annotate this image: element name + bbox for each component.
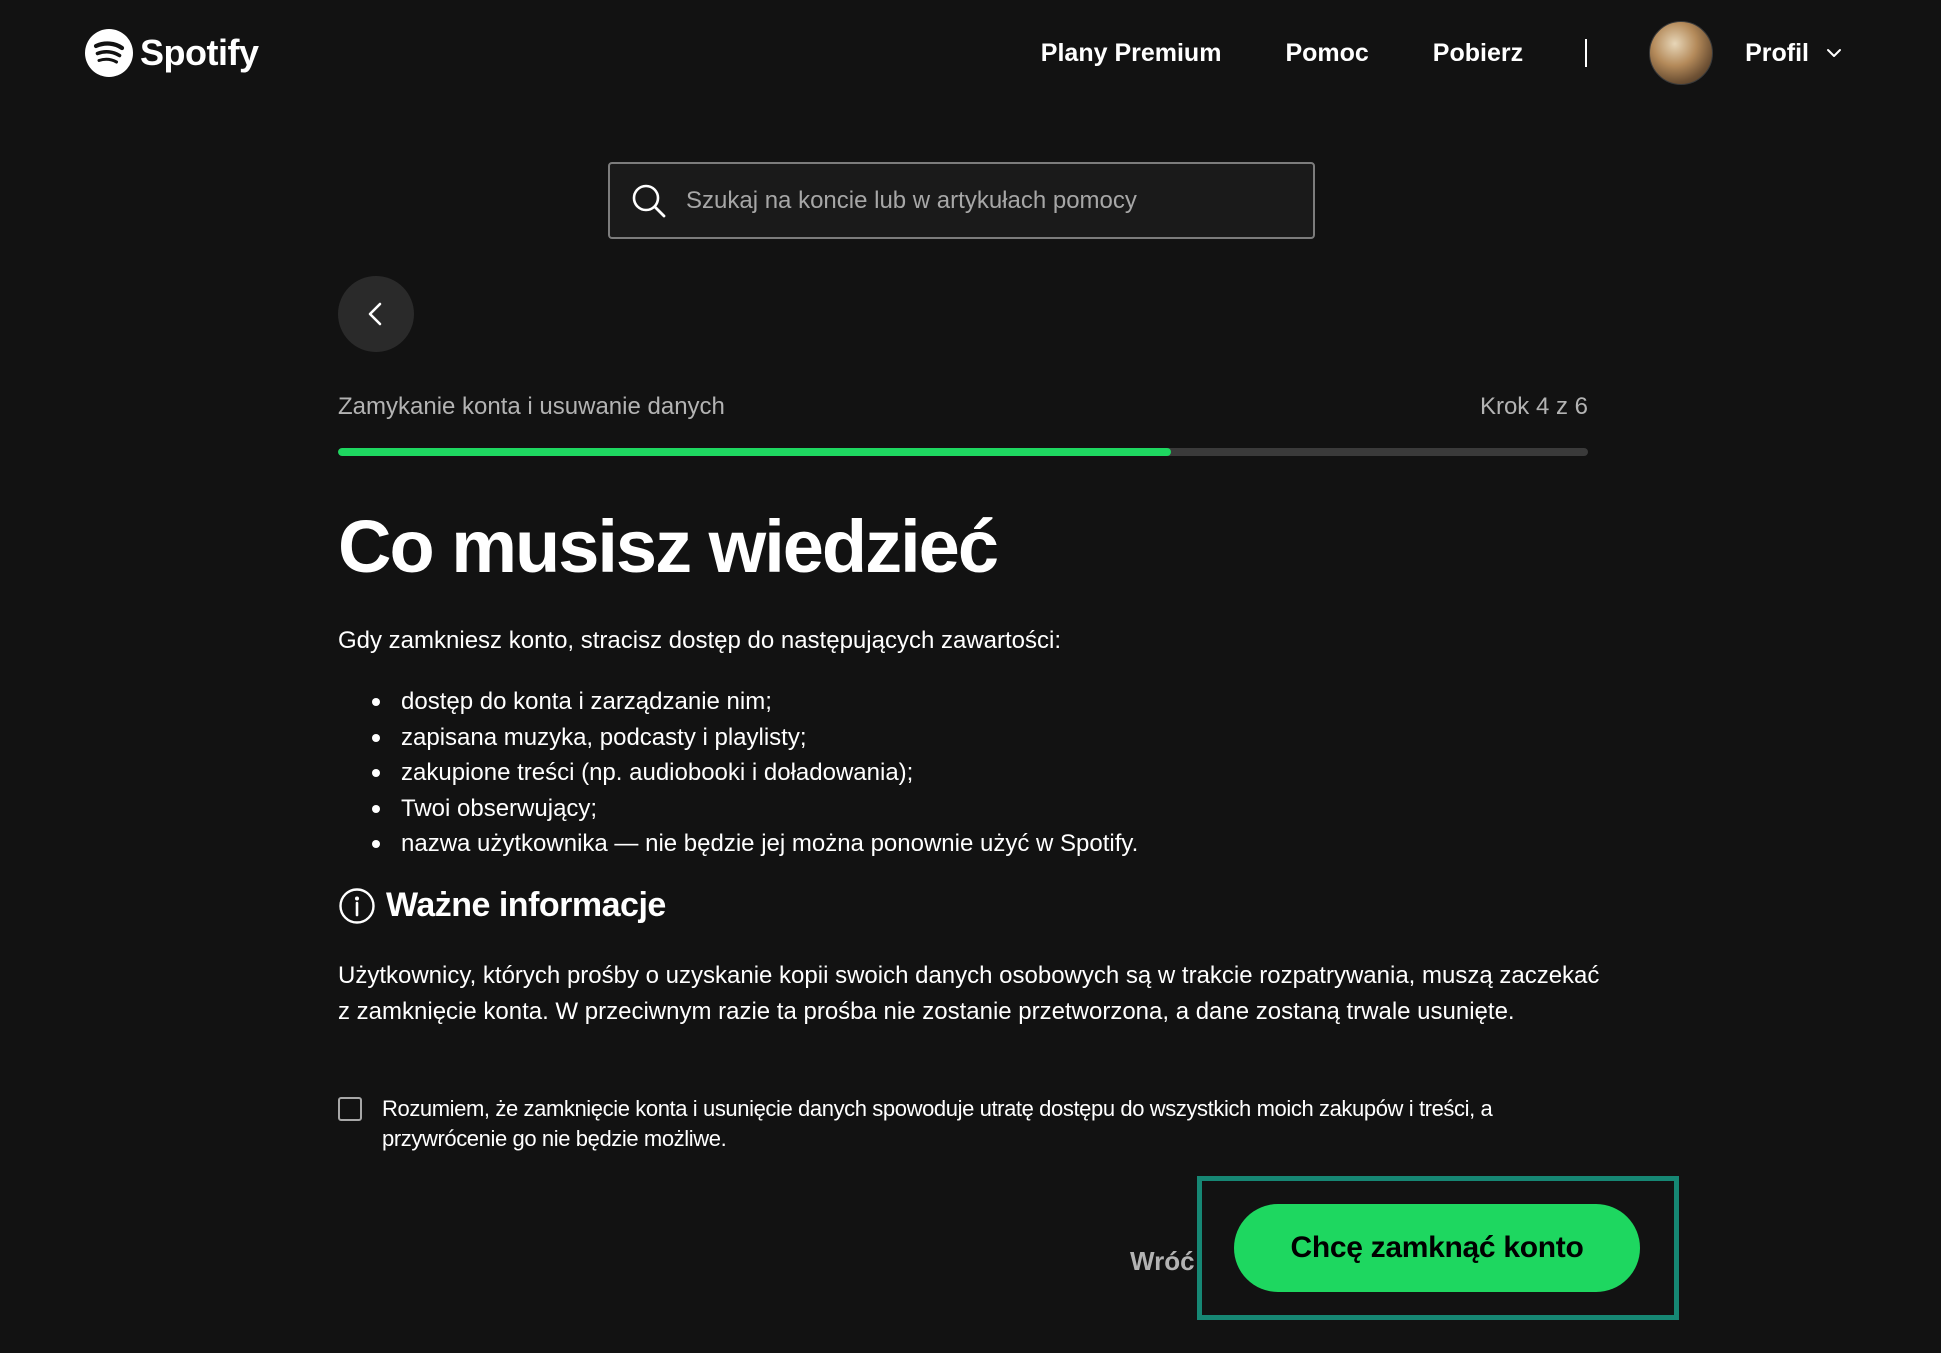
search-input[interactable] <box>686 186 1286 215</box>
brand-name: Spotify <box>140 32 259 73</box>
important-heading: Ważne informacje <box>386 886 666 924</box>
search-icon <box>632 184 666 217</box>
nav-help[interactable]: Pomoc <box>1285 39 1368 68</box>
progress-fill <box>338 448 1172 456</box>
list-item: zakupione treści (np. audiobooki i doład… <box>372 755 1138 791</box>
list-item: zapisana muzyka, podcasty i playlisty; <box>372 720 1138 756</box>
list-item: Twoi obserwujący; <box>372 791 1138 827</box>
spotify-logo[interactable]: Spotify <box>84 28 259 78</box>
consent-row: Rozumiem, że zamknięcie konta i usunięci… <box>338 1094 1538 1154</box>
nav-download[interactable]: Pobierz <box>1433 39 1523 68</box>
step-counter: Krok 4 z 6 <box>1479 393 1588 420</box>
info-icon <box>339 887 375 924</box>
close-account-button[interactable]: Chcę zamknąć konto <box>1234 1204 1640 1292</box>
flow-name: Zamykanie konta i usuwanie danych <box>338 393 725 420</box>
loss-list: dostęp do konta i zarządzanie nim; zapis… <box>372 684 1138 862</box>
page: Spotify Plany Premium Pomoc Pobierz Prof… <box>0 0 1941 1353</box>
page-title: Co musisz wiedzieć <box>338 505 999 588</box>
list-item: nazwa użytkownika — nie będzie jej można… <box>372 826 1138 862</box>
profile-label: Profil <box>1745 38 1809 67</box>
chevron-left-icon <box>368 302 382 326</box>
consent-label: Rozumiem, że zamknięcie konta i usunięci… <box>382 1096 1493 1151</box>
nav-divider <box>1585 39 1588 67</box>
back-link[interactable]: Wróć <box>1130 1246 1195 1277</box>
intro-text: Gdy zamkniesz konto, stracisz dostęp do … <box>338 627 1061 654</box>
important-text: Użytkownicy, których prośby o uzyskanie … <box>338 962 1600 1025</box>
important-info-section: Ważne informacje <box>338 886 666 925</box>
chevron-down-icon <box>1827 49 1841 57</box>
spotify-logo-icon <box>85 29 133 77</box>
avatar[interactable] <box>1649 21 1714 85</box>
search-box <box>608 162 1315 239</box>
nav-premium-plans[interactable]: Plany Premium <box>1041 39 1222 68</box>
list-item: dostęp do konta i zarządzanie nim; <box>372 684 1138 720</box>
consent-checkbox[interactable] <box>338 1097 362 1121</box>
profile-menu[interactable]: Profil <box>1745 39 1843 68</box>
back-arrow-button[interactable] <box>338 276 414 352</box>
step-header: Zamykanie konta i usuwanie danych Krok 4… <box>338 393 1588 421</box>
progress-bar <box>338 448 1588 456</box>
top-nav: Plany Premium Pomoc Pobierz Profil <box>1041 21 1843 85</box>
